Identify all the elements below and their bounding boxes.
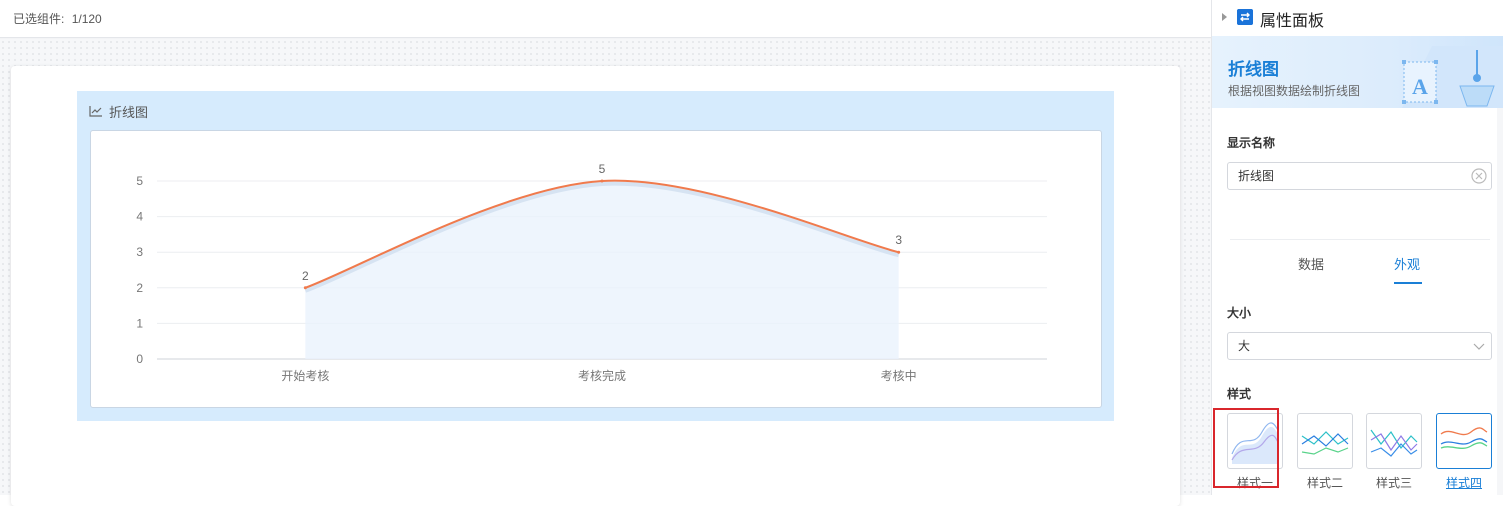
style-option-1[interactable]: [1227, 413, 1283, 469]
display-name-label: 显示名称: [1227, 136, 1276, 150]
tab-appearance[interactable]: 外观: [1394, 254, 1420, 273]
y-tick-label: 3: [136, 245, 143, 259]
style-option-2-label: 样式二: [1306, 476, 1343, 490]
display-name-input[interactable]: 折线图: [1227, 162, 1492, 190]
panel-tabs: 数据 外观: [1230, 239, 1490, 285]
style-option-1-label: 样式一: [1236, 476, 1273, 490]
x-tick-label: 开始考核: [281, 369, 329, 383]
y-tick-label: 1: [136, 316, 143, 330]
size-select[interactable]: 大: [1227, 332, 1492, 360]
style-option-4[interactable]: [1436, 413, 1492, 469]
y-tick-label: 5: [136, 174, 143, 188]
data-point: [303, 286, 307, 290]
data-point: [600, 179, 604, 183]
line-chart-widget[interactable]: 折线图 0 1 2 3 4 5 2 开始考核 5 考核完成 3 考核中: [77, 91, 1114, 421]
chevron-down-icon: [1473, 343, 1485, 350]
y-tick-label: 4: [136, 210, 143, 224]
selected-count-value: 1/120: [71, 12, 102, 26]
property-panel: 属性面板 折线图 根据视图数据绘制折线图 A 显示名称 折线图 数据 外观 大小…: [1211, 0, 1503, 495]
data-label: 3: [895, 233, 902, 247]
svg-text:A: A: [1412, 74, 1428, 99]
data-label: 5: [599, 162, 606, 176]
component-description: 根据视图数据绘制折线图: [1228, 84, 1361, 98]
series-area: [305, 180, 899, 359]
swap-icon: [1237, 9, 1253, 25]
line-chart-icon: [89, 106, 102, 117]
data-label: 2: [302, 269, 309, 283]
component-banner: 折线图 根据视图数据绘制折线图 A: [1212, 36, 1503, 108]
style-three-preview-icon: [1370, 429, 1418, 457]
panel-header: 属性面板: [1212, 0, 1503, 36]
caret-right-icon[interactable]: [1222, 13, 1227, 21]
display-name-value: 折线图: [1238, 169, 1275, 183]
line-chart: 0 1 2 3 4 5 2 开始考核 5 考核完成 3 考核中: [136, 162, 1047, 383]
y-tick-label: 2: [136, 281, 143, 295]
widget-title: 折线图: [109, 104, 149, 120]
active-tab-indicator: [1394, 282, 1422, 284]
style-four-preview-icon: [1440, 427, 1488, 449]
widget-header: 折线图: [89, 102, 148, 120]
clear-icon[interactable]: [1471, 168, 1487, 184]
data-point: [897, 250, 901, 254]
selected-count-text: 已选组件: 1/120: [13, 10, 106, 27]
style-two-preview-icon: [1301, 431, 1349, 455]
x-tick-label: 考核中: [881, 368, 917, 383]
style-option-4-label: 样式四: [1445, 476, 1482, 490]
style-option-2[interactable]: [1297, 413, 1353, 469]
selected-count-label: 已选组件:: [13, 12, 65, 26]
style-option-3-label: 样式三: [1375, 476, 1412, 490]
panel-title: 属性面板: [1260, 13, 1325, 30]
canvas-top-bar: 已选组件: 1/120: [0, 0, 1211, 38]
component-name: 折线图: [1228, 60, 1279, 79]
y-tick-label: 0: [136, 352, 143, 366]
tab-data[interactable]: 数据: [1298, 254, 1324, 273]
style-one-preview-icon: [1231, 422, 1279, 464]
text-pen-illustration-icon: A: [1402, 46, 1503, 108]
style-option-3[interactable]: [1366, 413, 1422, 469]
style-label: 样式: [1227, 387, 1252, 401]
size-label: 大小: [1227, 306, 1252, 320]
x-tick-label: 考核完成: [578, 368, 626, 383]
size-select-value: 大: [1238, 339, 1251, 353]
editor-canvas: 已选组件: 1/120 折线图 0 1 2 3 4 5 2 开始考核 5 考核完成 3 考核中: [0, 0, 1211, 506]
chart-container: 0 1 2 3 4 5 2 开始考核 5 考核完成 3 考核中: [90, 130, 1102, 408]
